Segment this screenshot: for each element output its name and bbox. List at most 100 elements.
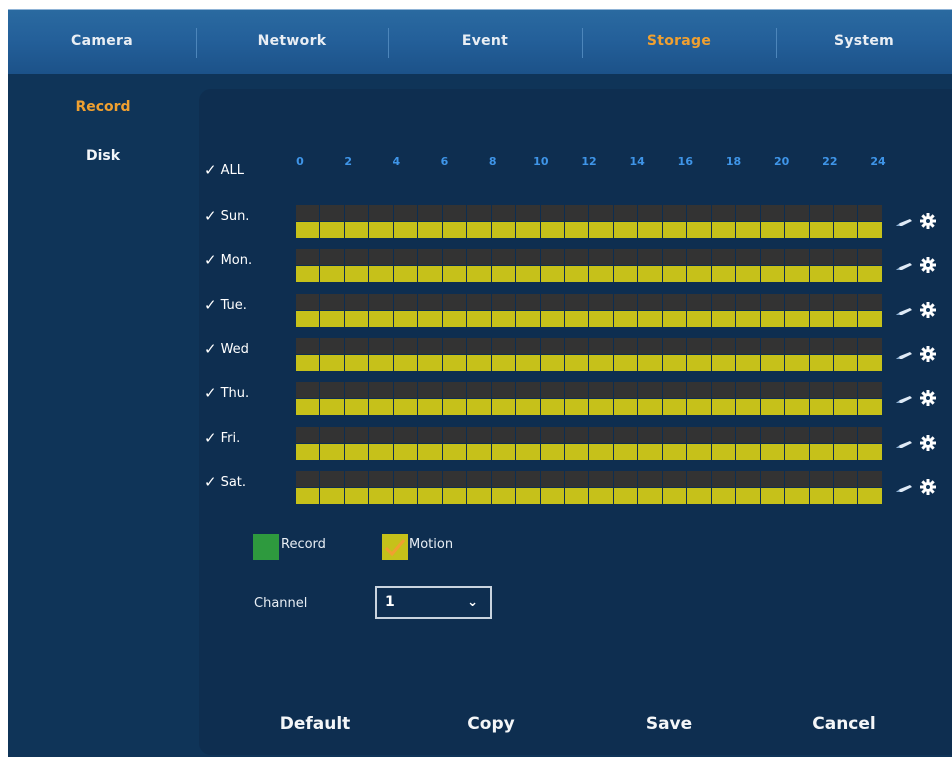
hour-cell[interactable]: [760, 488, 786, 504]
pen-icon[interactable]: [896, 396, 912, 404]
hour-cell[interactable]: [589, 399, 614, 415]
hour-cell[interactable]: [662, 488, 688, 504]
hour-cell[interactable]: [491, 294, 517, 310]
hour-cell[interactable]: [344, 399, 370, 415]
hour-cell[interactable]: [833, 471, 859, 487]
hour-cell[interactable]: [320, 338, 345, 354]
hour-cell[interactable]: [418, 266, 443, 282]
hour-cell[interactable]: [516, 311, 541, 327]
hour-cell[interactable]: [736, 399, 761, 415]
hour-cell[interactable]: [711, 249, 737, 265]
hour-cell[interactable]: [858, 471, 882, 487]
hour-cell[interactable]: [516, 249, 541, 265]
gear-icon[interactable]: [920, 479, 936, 495]
hour-cell[interactable]: [687, 488, 712, 504]
hour-cell[interactable]: [736, 249, 761, 265]
hour-cell[interactable]: [320, 266, 345, 282]
hour-cell[interactable]: [467, 294, 492, 310]
motion-schedule-bar[interactable]: [296, 222, 882, 238]
hour-cell[interactable]: [809, 311, 834, 327]
hour-cell[interactable]: [711, 355, 737, 371]
hour-cell[interactable]: [491, 249, 517, 265]
hour-cell[interactable]: [467, 471, 492, 487]
hour-cell[interactable]: [491, 471, 517, 487]
hour-cell[interactable]: [516, 338, 541, 354]
day-checkbox[interactable]: ✓ Thu.: [204, 384, 249, 402]
hour-cell[interactable]: [296, 382, 321, 398]
hour-cell[interactable]: [589, 222, 614, 238]
default-button[interactable]: Default: [280, 714, 351, 734]
hour-cell[interactable]: [442, 338, 468, 354]
pen-icon[interactable]: [896, 263, 912, 271]
hour-cell[interactable]: [858, 427, 882, 443]
hour-cell[interactable]: [833, 444, 859, 460]
hour-cell[interactable]: [516, 355, 541, 371]
hour-cell[interactable]: [442, 471, 468, 487]
hour-cell[interactable]: [418, 399, 443, 415]
hour-cell[interactable]: [369, 382, 394, 398]
hour-cell[interactable]: [736, 294, 761, 310]
hour-cell[interactable]: [540, 471, 565, 487]
hour-cell[interactable]: [296, 266, 321, 282]
hour-cell[interactable]: [369, 444, 394, 460]
hour-cell[interactable]: [296, 249, 321, 265]
hour-cell[interactable]: [760, 222, 786, 238]
hour-cell[interactable]: [320, 205, 345, 221]
motion-schedule-bar[interactable]: [296, 444, 882, 460]
copy-button[interactable]: Copy: [467, 714, 514, 734]
hour-cell[interactable]: [638, 205, 663, 221]
hour-cell[interactable]: [540, 294, 565, 310]
record-schedule-bar[interactable]: [296, 205, 882, 221]
hour-cell[interactable]: [736, 311, 761, 327]
hour-cell[interactable]: [809, 399, 834, 415]
hour-cell[interactable]: [393, 205, 419, 221]
hour-cell[interactable]: [809, 249, 834, 265]
hour-cell[interactable]: [833, 399, 859, 415]
hour-cell[interactable]: [662, 355, 688, 371]
hour-cell[interactable]: [760, 427, 786, 443]
hour-cell[interactable]: [785, 266, 810, 282]
hour-cell[interactable]: [785, 294, 810, 310]
hour-cell[interactable]: [442, 205, 468, 221]
hour-cell[interactable]: [638, 355, 663, 371]
hour-cell[interactable]: [785, 338, 810, 354]
hour-cell[interactable]: [516, 427, 541, 443]
hour-cell[interactable]: [785, 311, 810, 327]
hour-cell[interactable]: [296, 444, 321, 460]
hour-cell[interactable]: [564, 444, 590, 460]
save-button[interactable]: Save: [646, 714, 692, 734]
hour-cell[interactable]: [320, 399, 345, 415]
hour-cell[interactable]: [418, 488, 443, 504]
hour-cell[interactable]: [296, 355, 321, 371]
hour-cell[interactable]: [858, 382, 882, 398]
hour-cell[interactable]: [760, 338, 786, 354]
hour-cell[interactable]: [344, 338, 370, 354]
hour-cell[interactable]: [711, 488, 737, 504]
hour-cell[interactable]: [736, 355, 761, 371]
record-schedule-bar[interactable]: [296, 338, 882, 354]
hour-cell[interactable]: [344, 355, 370, 371]
hour-cell[interactable]: [613, 249, 639, 265]
hour-cell[interactable]: [467, 266, 492, 282]
hour-cell[interactable]: [662, 222, 688, 238]
day-checkbox[interactable]: ✓ Tue.: [204, 296, 247, 314]
hour-cell[interactable]: [393, 249, 419, 265]
hour-cell[interactable]: [613, 382, 639, 398]
hour-cell[interactable]: [662, 444, 688, 460]
all-days-checkbox[interactable]: ✓ ALL: [204, 161, 244, 179]
hour-cell[interactable]: [393, 399, 419, 415]
hour-cell[interactable]: [785, 471, 810, 487]
hour-cell[interactable]: [638, 266, 663, 282]
hour-cell[interactable]: [540, 355, 565, 371]
hour-cell[interactable]: [638, 294, 663, 310]
hour-cell[interactable]: [320, 222, 345, 238]
hour-cell[interactable]: [344, 249, 370, 265]
hour-cell[interactable]: [785, 249, 810, 265]
hour-cell[interactable]: [711, 311, 737, 327]
hour-cell[interactable]: [613, 355, 639, 371]
hour-cell[interactable]: [296, 222, 321, 238]
hour-cell[interactable]: [369, 471, 394, 487]
tab-event[interactable]: Event: [388, 10, 582, 75]
hour-cell[interactable]: [662, 399, 688, 415]
hour-cell[interactable]: [320, 382, 345, 398]
